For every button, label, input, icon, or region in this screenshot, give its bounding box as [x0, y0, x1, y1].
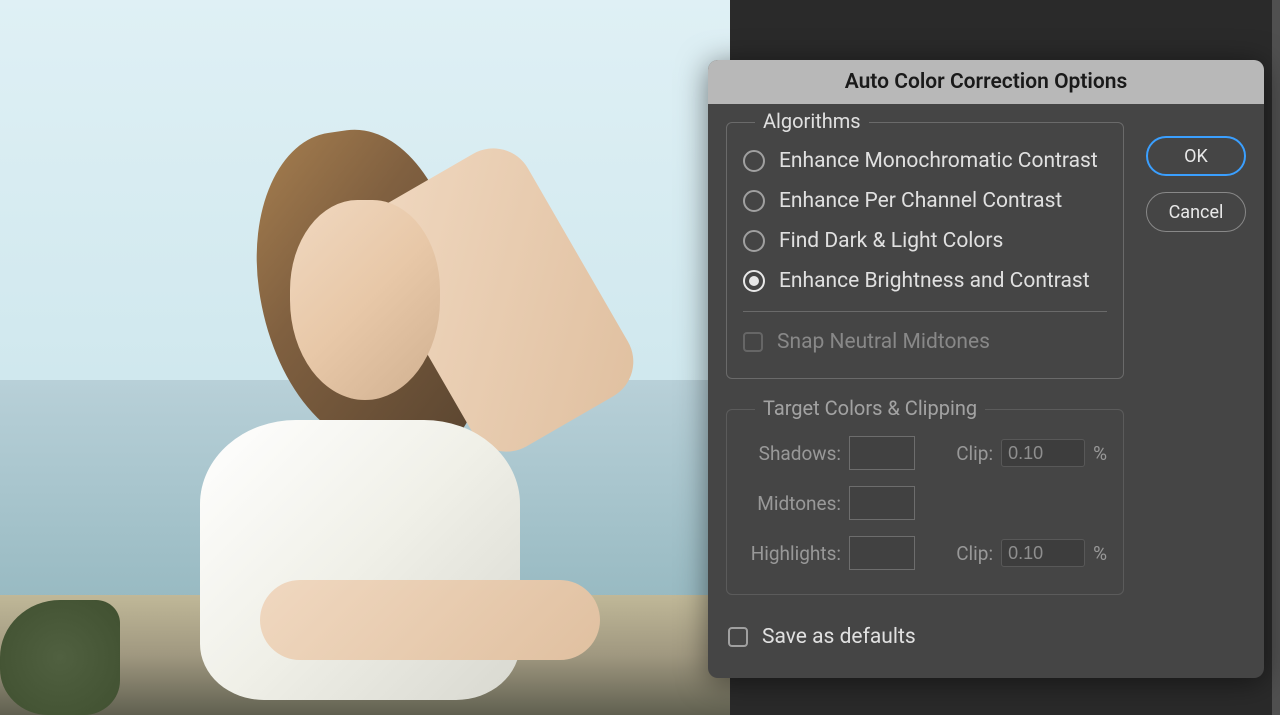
radio-icon	[743, 270, 765, 292]
algorithms-fieldset: Algorithms Enhance Monochromatic Contras…	[726, 122, 1124, 379]
shadows-clip-label: Clip:	[956, 442, 993, 465]
radio-label: Enhance Brightness and Contrast	[779, 269, 1090, 293]
checkbox-icon	[743, 332, 763, 352]
radio-find-dark-light[interactable]: Find Dark & Light Colors	[743, 221, 1107, 261]
panel-edge	[1272, 0, 1280, 715]
radio-enhance-monochromatic[interactable]: Enhance Monochromatic Contrast	[743, 141, 1107, 181]
radio-enhance-brightness-contrast[interactable]: Enhance Brightness and Contrast	[743, 261, 1107, 301]
checkbox-label: Save as defaults	[762, 625, 916, 649]
highlights-clip-label: Clip:	[956, 542, 993, 565]
shadows-row: Shadows: Clip: %	[743, 428, 1107, 478]
target-colors-fieldset: Target Colors & Clipping Shadows: Clip: …	[726, 409, 1124, 595]
shadows-label: Shadows:	[743, 442, 841, 465]
shadows-swatch[interactable]	[849, 436, 915, 470]
percent-label: %	[1093, 542, 1107, 565]
highlights-clip-input[interactable]	[1001, 539, 1085, 567]
midtones-swatch[interactable]	[849, 486, 915, 520]
checkbox-snap-neutral-midtones: Snap Neutral Midtones	[743, 322, 1107, 362]
cancel-button[interactable]: Cancel	[1146, 192, 1246, 232]
midtones-row: Midtones:	[743, 478, 1107, 528]
target-colors-legend: Target Colors & Clipping	[755, 396, 985, 420]
highlights-swatch[interactable]	[849, 536, 915, 570]
checkbox-icon	[728, 627, 748, 647]
radio-label: Find Dark & Light Colors	[779, 229, 1003, 253]
radio-label: Enhance Monochromatic Contrast	[779, 149, 1098, 173]
shadows-clip-input[interactable]	[1001, 439, 1085, 467]
auto-color-correction-dialog: Auto Color Correction Options Algorithms…	[708, 60, 1264, 678]
radio-icon	[743, 230, 765, 252]
checkbox-save-as-defaults[interactable]: Save as defaults	[726, 625, 1124, 649]
radio-label: Enhance Per Channel Contrast	[779, 189, 1062, 213]
ok-button[interactable]: OK	[1146, 136, 1246, 176]
radio-enhance-per-channel[interactable]: Enhance Per Channel Contrast	[743, 181, 1107, 221]
checkbox-label: Snap Neutral Midtones	[777, 330, 990, 354]
canvas-image	[0, 0, 730, 715]
percent-label: %	[1093, 442, 1107, 465]
dialog-title: Auto Color Correction Options	[708, 60, 1264, 104]
midtones-label: Midtones:	[743, 492, 841, 515]
highlights-row: Highlights: Clip: %	[743, 528, 1107, 578]
divider	[743, 311, 1107, 312]
algorithms-legend: Algorithms	[755, 109, 869, 133]
highlights-label: Highlights:	[743, 542, 841, 565]
radio-icon	[743, 150, 765, 172]
radio-icon	[743, 190, 765, 212]
